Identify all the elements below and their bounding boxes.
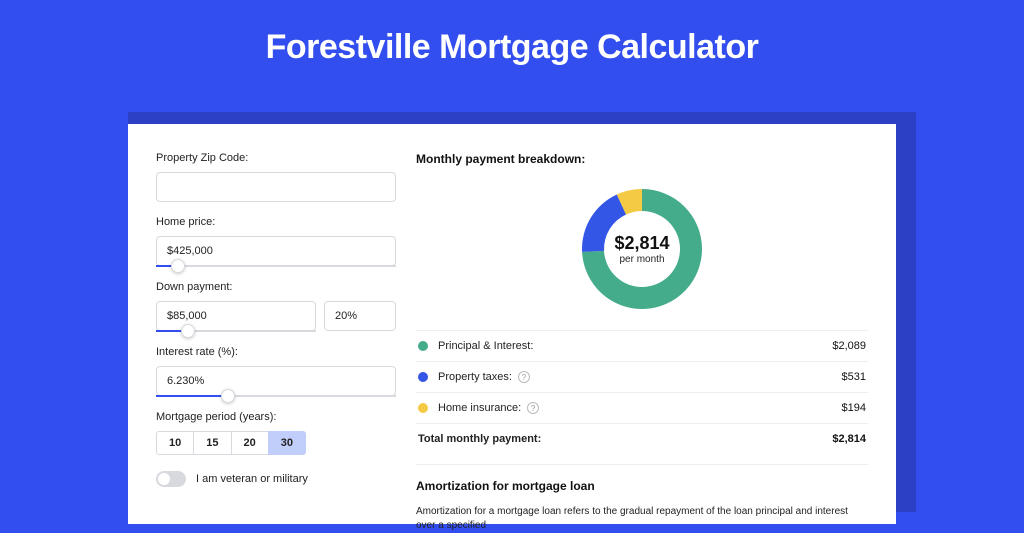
breakdown-row-label: Principal & Interest: (438, 340, 832, 352)
donut-center: $2,814 per month (577, 184, 707, 314)
veteran-toggle-label: I am veteran or military (196, 473, 308, 485)
page-title: Forestville Mortgage Calculator (0, 0, 1024, 87)
mortgage-period-option-30[interactable]: 30 (268, 431, 306, 455)
breakdown-row: Home insurance:?$194 (416, 393, 868, 424)
home-price-field: Home price: (156, 216, 396, 267)
mortgage-period-option-15[interactable]: 15 (193, 431, 231, 455)
breakdown-row: Property taxes:?$531 (416, 362, 868, 393)
down-payment-field: Down payment: (156, 281, 396, 332)
home-price-input[interactable] (156, 236, 396, 266)
zip-field: Property Zip Code: (156, 152, 396, 202)
help-icon[interactable]: ? (527, 402, 539, 414)
home-price-slider-thumb[interactable] (171, 259, 185, 273)
breakdown-row-amount: $194 (842, 402, 866, 414)
breakdown-total-row: Total monthly payment:$2,814 (416, 424, 868, 454)
breakdown-row: Principal & Interest:$2,089 (416, 331, 868, 362)
interest-rate-slider-thumb[interactable] (221, 389, 235, 403)
mortgage-period-label: Mortgage period (years): (156, 411, 396, 423)
interest-rate-label: Interest rate (%): (156, 346, 396, 358)
amortization-text: Amortization for a mortgage loan refers … (416, 505, 868, 533)
breakdown-column: Monthly payment breakdown: $2,814 per mo… (416, 152, 868, 524)
breakdown-row-label: Property taxes:? (438, 371, 842, 383)
home-price-slider[interactable] (156, 265, 396, 267)
amortization-title: Amortization for mortgage loan (416, 479, 868, 493)
form-column: Property Zip Code: Home price: Down paym… (156, 152, 396, 524)
mortgage-period-field: Mortgage period (years): 10152030 (156, 411, 396, 455)
down-payment-slider[interactable] (156, 330, 316, 332)
zip-label: Property Zip Code: (156, 152, 396, 164)
mortgage-period-option-20[interactable]: 20 (231, 431, 269, 455)
veteran-toggle[interactable] (156, 471, 186, 487)
down-payment-percent-input[interactable] (324, 301, 396, 331)
breakdown-total-amount: $2,814 (832, 433, 866, 445)
mortgage-period-option-10[interactable]: 10 (156, 431, 194, 455)
legend-dot (418, 372, 428, 382)
breakdown-row-label: Home insurance:? (438, 402, 842, 414)
calculator-card: Property Zip Code: Home price: Down paym… (128, 124, 896, 524)
zip-input[interactable] (156, 172, 396, 202)
breakdown-total-label: Total monthly payment: (418, 433, 832, 445)
donut-chart: $2,814 per month (577, 184, 707, 314)
legend-dot (418, 403, 428, 413)
amortization-block: Amortization for mortgage loan Amortizat… (416, 464, 868, 533)
down-payment-label: Down payment: (156, 281, 396, 293)
mortgage-period-options: 10152030 (156, 431, 396, 455)
down-payment-slider-thumb[interactable] (181, 324, 195, 338)
interest-rate-input[interactable] (156, 366, 396, 396)
help-icon[interactable]: ? (518, 371, 530, 383)
donut-value: $2,814 (614, 233, 669, 254)
breakdown-row-amount: $531 (842, 371, 866, 383)
interest-rate-slider[interactable] (156, 395, 396, 397)
home-price-label: Home price: (156, 216, 396, 228)
interest-rate-slider-fill (156, 395, 228, 397)
veteran-toggle-row: I am veteran or military (156, 471, 396, 487)
veteran-toggle-knob (158, 473, 170, 485)
down-payment-input[interactable] (156, 301, 316, 331)
breakdown-title: Monthly payment breakdown: (416, 152, 868, 166)
donut-chart-wrap: $2,814 per month (416, 176, 868, 330)
donut-sub: per month (619, 254, 664, 265)
legend-dot (418, 341, 428, 351)
interest-rate-field: Interest rate (%): (156, 346, 396, 397)
breakdown-row-amount: $2,089 (832, 340, 866, 352)
breakdown-list: Principal & Interest:$2,089Property taxe… (416, 330, 868, 454)
